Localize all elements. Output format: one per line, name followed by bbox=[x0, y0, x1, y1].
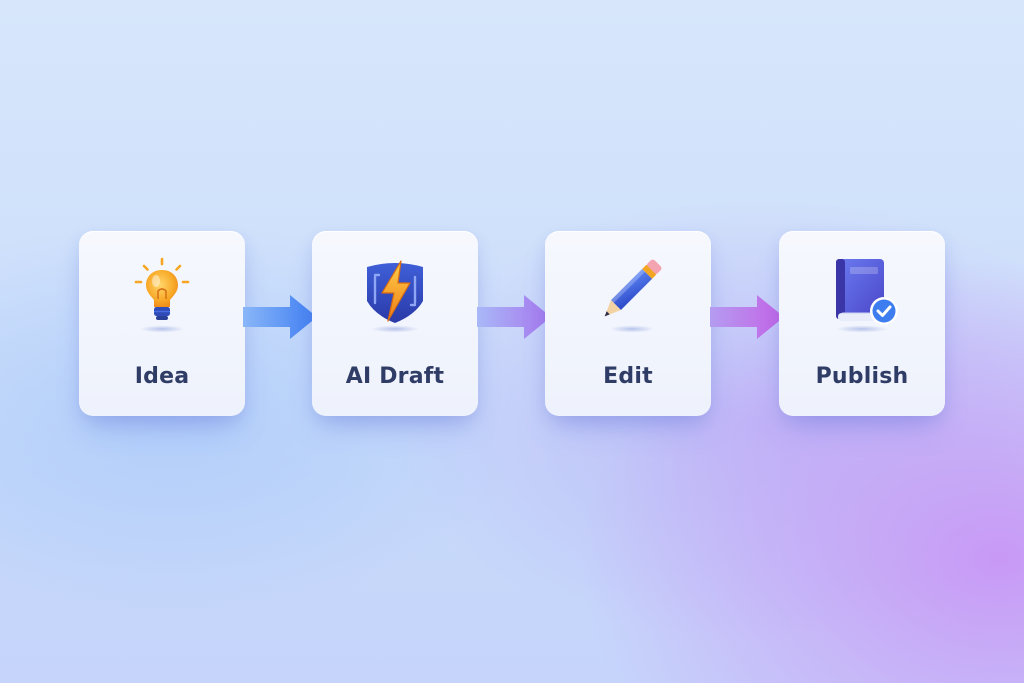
pencil-icon bbox=[588, 253, 668, 333]
step-card-edit: Edit bbox=[545, 231, 711, 416]
lightbulb-icon bbox=[122, 253, 202, 333]
step-card-ai-draft: AI Draft bbox=[312, 231, 478, 416]
step-label: Edit bbox=[603, 364, 653, 389]
step-label: Publish bbox=[815, 364, 909, 389]
step-card-publish: Publish bbox=[779, 231, 945, 416]
flow-arrow bbox=[477, 294, 553, 340]
step-label: Idea bbox=[134, 364, 190, 389]
lightning-shield-icon bbox=[355, 253, 435, 333]
flow-arrow bbox=[710, 294, 786, 340]
workflow-diagram: Idea AI Draft Edit Publish bbox=[0, 0, 1024, 683]
book-check-icon bbox=[822, 253, 902, 333]
step-label: AI Draft bbox=[345, 364, 445, 389]
flow-arrow bbox=[243, 294, 319, 340]
step-card-idea: Idea bbox=[79, 231, 245, 416]
